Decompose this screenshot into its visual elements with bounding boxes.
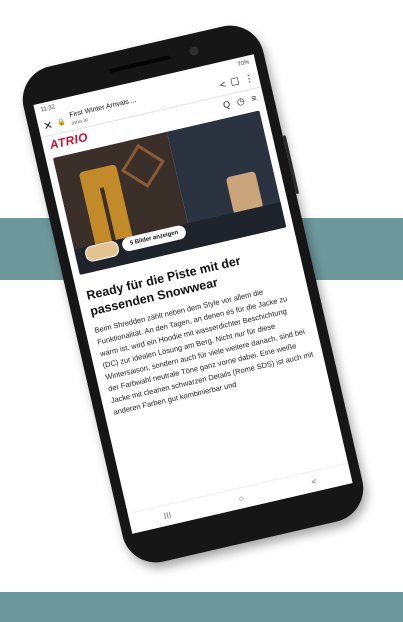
close-icon[interactable]: ✕ <box>42 118 54 133</box>
back-icon[interactable]: < <box>310 476 317 487</box>
recents-icon[interactable]: III <box>163 510 173 521</box>
phone-screen: 11:32 70% ✕ 🔒 First Winter Arrivals ... … <box>33 54 353 534</box>
status-battery: 70% <box>236 58 250 68</box>
overflow-menu-icon[interactable]: ⋮ <box>243 72 255 85</box>
bookmark-icon[interactable]: ☐ <box>229 76 240 89</box>
site-header-icons: Q ◷ ≡ <box>222 92 258 110</box>
lock-icon: 🔒 <box>56 118 67 128</box>
background-band-bottom <box>0 592 403 622</box>
hamburger-menu-icon[interactable]: ≡ <box>250 93 257 104</box>
phone-side-button <box>282 135 300 195</box>
phone-device: 11:32 70% ✕ 🔒 First Winter Arrivals ... … <box>16 18 370 570</box>
clock-icon[interactable]: ◷ <box>236 95 246 107</box>
search-icon[interactable]: Q <box>222 99 231 110</box>
phone-speaker <box>109 55 171 73</box>
android-nav-bar: III ○ < <box>127 462 353 534</box>
share-icon[interactable]: < <box>219 79 227 91</box>
home-icon[interactable]: ○ <box>238 493 246 504</box>
phone-camera <box>188 45 200 57</box>
status-time: 11:32 <box>40 103 56 113</box>
